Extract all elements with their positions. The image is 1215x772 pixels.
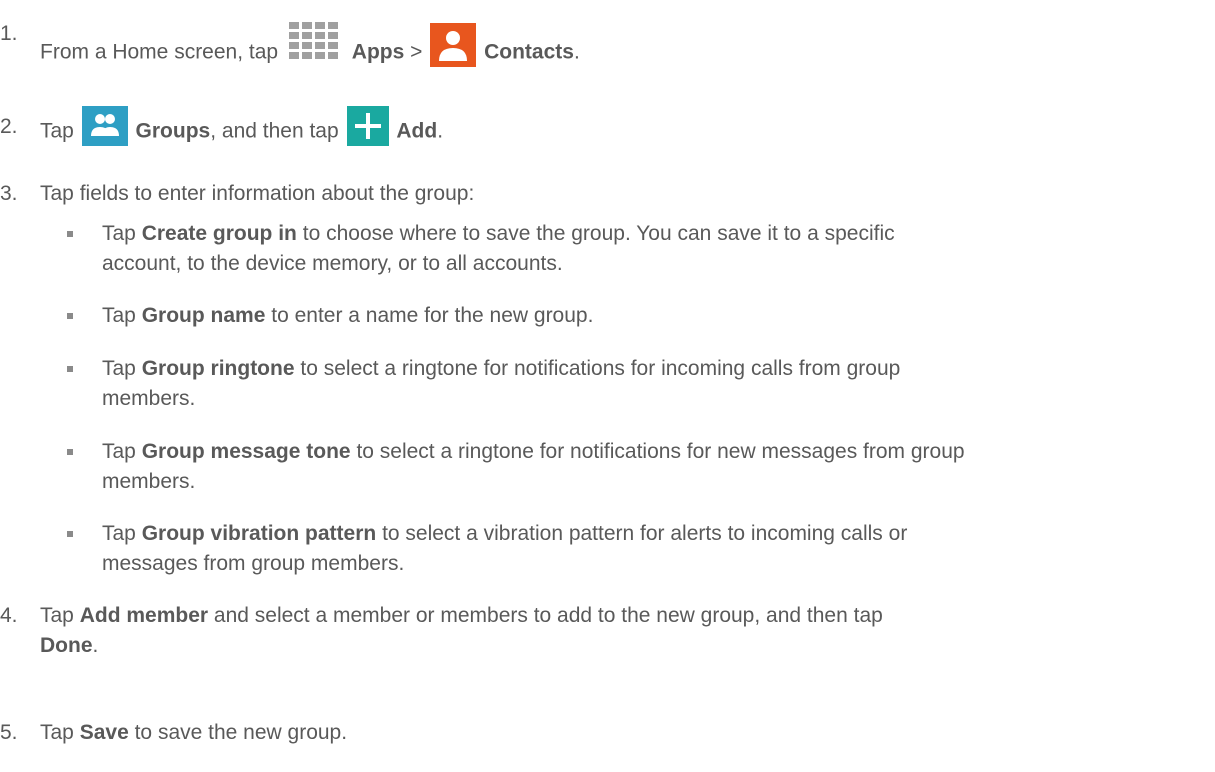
groups-label: Groups <box>135 119 211 143</box>
bullet-marker <box>67 449 73 455</box>
step-5: 5. Tap Save to save the new group. <box>0 718 1200 748</box>
bullet-group-vibration-pattern: Tap Group vibration pattern to select a … <box>0 519 1215 579</box>
bullet-group-ringtone: Tap Group ringtone to select a ringtone … <box>0 354 1215 414</box>
bullet-group-message-tone: Tap Group message tone to select a ringt… <box>0 437 1215 497</box>
bullet-text: Tap Create group in to choose where to s… <box>102 222 895 275</box>
step-number: 2. <box>0 115 18 138</box>
contacts-icon <box>430 23 477 67</box>
step-text: From a Home screen, tap Apps > Contacts. <box>40 22 1200 75</box>
step-number: 4. <box>0 604 18 627</box>
step-number: 1. <box>0 22 18 45</box>
bullet-create-group-in: Tap Create group in to choose where to s… <box>0 219 1215 279</box>
add-label: Add <box>396 119 438 143</box>
step-text: Tap Add member and select a member or me… <box>40 604 883 657</box>
step-3: 3. Tap fields to enter information about… <box>0 179 1200 209</box>
step-4: 4. Tap Add member and select a member or… <box>0 601 1200 661</box>
groups-icon <box>81 106 128 146</box>
step-number: 3. <box>0 182 18 205</box>
apps-grid-icon <box>286 22 344 64</box>
bullet-text: Tap Group vibration pattern to select a … <box>102 522 908 575</box>
step-text: Tap fields to enter information about th… <box>40 182 475 205</box>
add-plus-icon <box>346 106 389 146</box>
step-2: 2. Tap Groups, and then tap Add. <box>0 100 1200 146</box>
apps-label: Apps <box>351 40 405 64</box>
bullet-marker <box>67 313 73 319</box>
bullet-marker <box>67 531 73 537</box>
bullet-text: Tap Group ringtone to select a ringtone … <box>102 357 901 410</box>
bullet-text: Tap Group name to enter a name for the n… <box>102 304 594 327</box>
step-1: 1. From a Home screen, tap Apps > Contac… <box>0 19 1200 67</box>
bullet-text: Tap Group message tone to select a ringt… <box>102 440 965 493</box>
step-number: 5. <box>0 721 18 744</box>
step-text: Tap Save to save the new group. <box>40 721 348 744</box>
step-text: Tap Groups, and then tap Add. <box>40 106 1200 152</box>
bullet-group-name: Tap Group name to enter a name for the n… <box>0 301 1215 331</box>
bullet-marker <box>67 366 73 372</box>
contacts-label: Contacts <box>484 40 574 64</box>
bullet-marker <box>67 231 73 237</box>
